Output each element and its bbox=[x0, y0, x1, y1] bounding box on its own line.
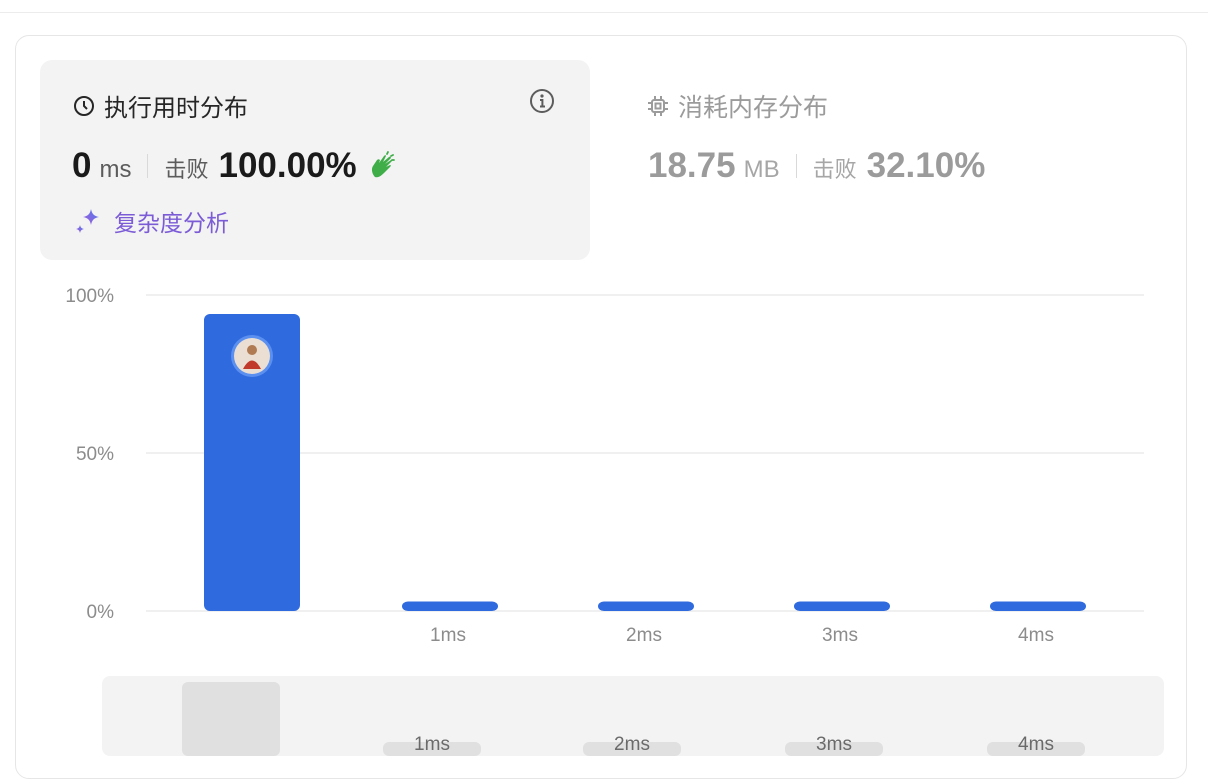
mini-label: 4ms bbox=[1018, 734, 1054, 755]
x-tick-label: 2ms bbox=[626, 625, 662, 646]
y-tick-label: 0% bbox=[87, 602, 115, 623]
x-tick-label: 4ms bbox=[1018, 625, 1054, 646]
range-selection-window[interactable] bbox=[182, 682, 280, 756]
mini-label: 1ms bbox=[414, 734, 450, 755]
bar-4ms[interactable] bbox=[990, 601, 1086, 611]
bar-2ms[interactable] bbox=[598, 601, 694, 611]
mini-label: 2ms bbox=[614, 734, 650, 755]
y-tick-label: 50% bbox=[76, 444, 114, 465]
bar-1ms[interactable] bbox=[402, 601, 498, 611]
y-tick-label: 100% bbox=[65, 286, 114, 307]
bar-3ms[interactable] bbox=[794, 601, 890, 611]
runtime-distribution-chart: 100% 50% 0% 1ms 2ms 3ms 4ms bbox=[65, 286, 1144, 646]
avatar-head bbox=[247, 345, 257, 355]
x-tick-label: 1ms bbox=[430, 625, 466, 646]
x-tick-label: 3ms bbox=[822, 625, 858, 646]
mini-label: 3ms bbox=[816, 734, 852, 755]
chart-range-navigator[interactable]: 1ms 2ms 3ms 4ms bbox=[102, 676, 1164, 756]
